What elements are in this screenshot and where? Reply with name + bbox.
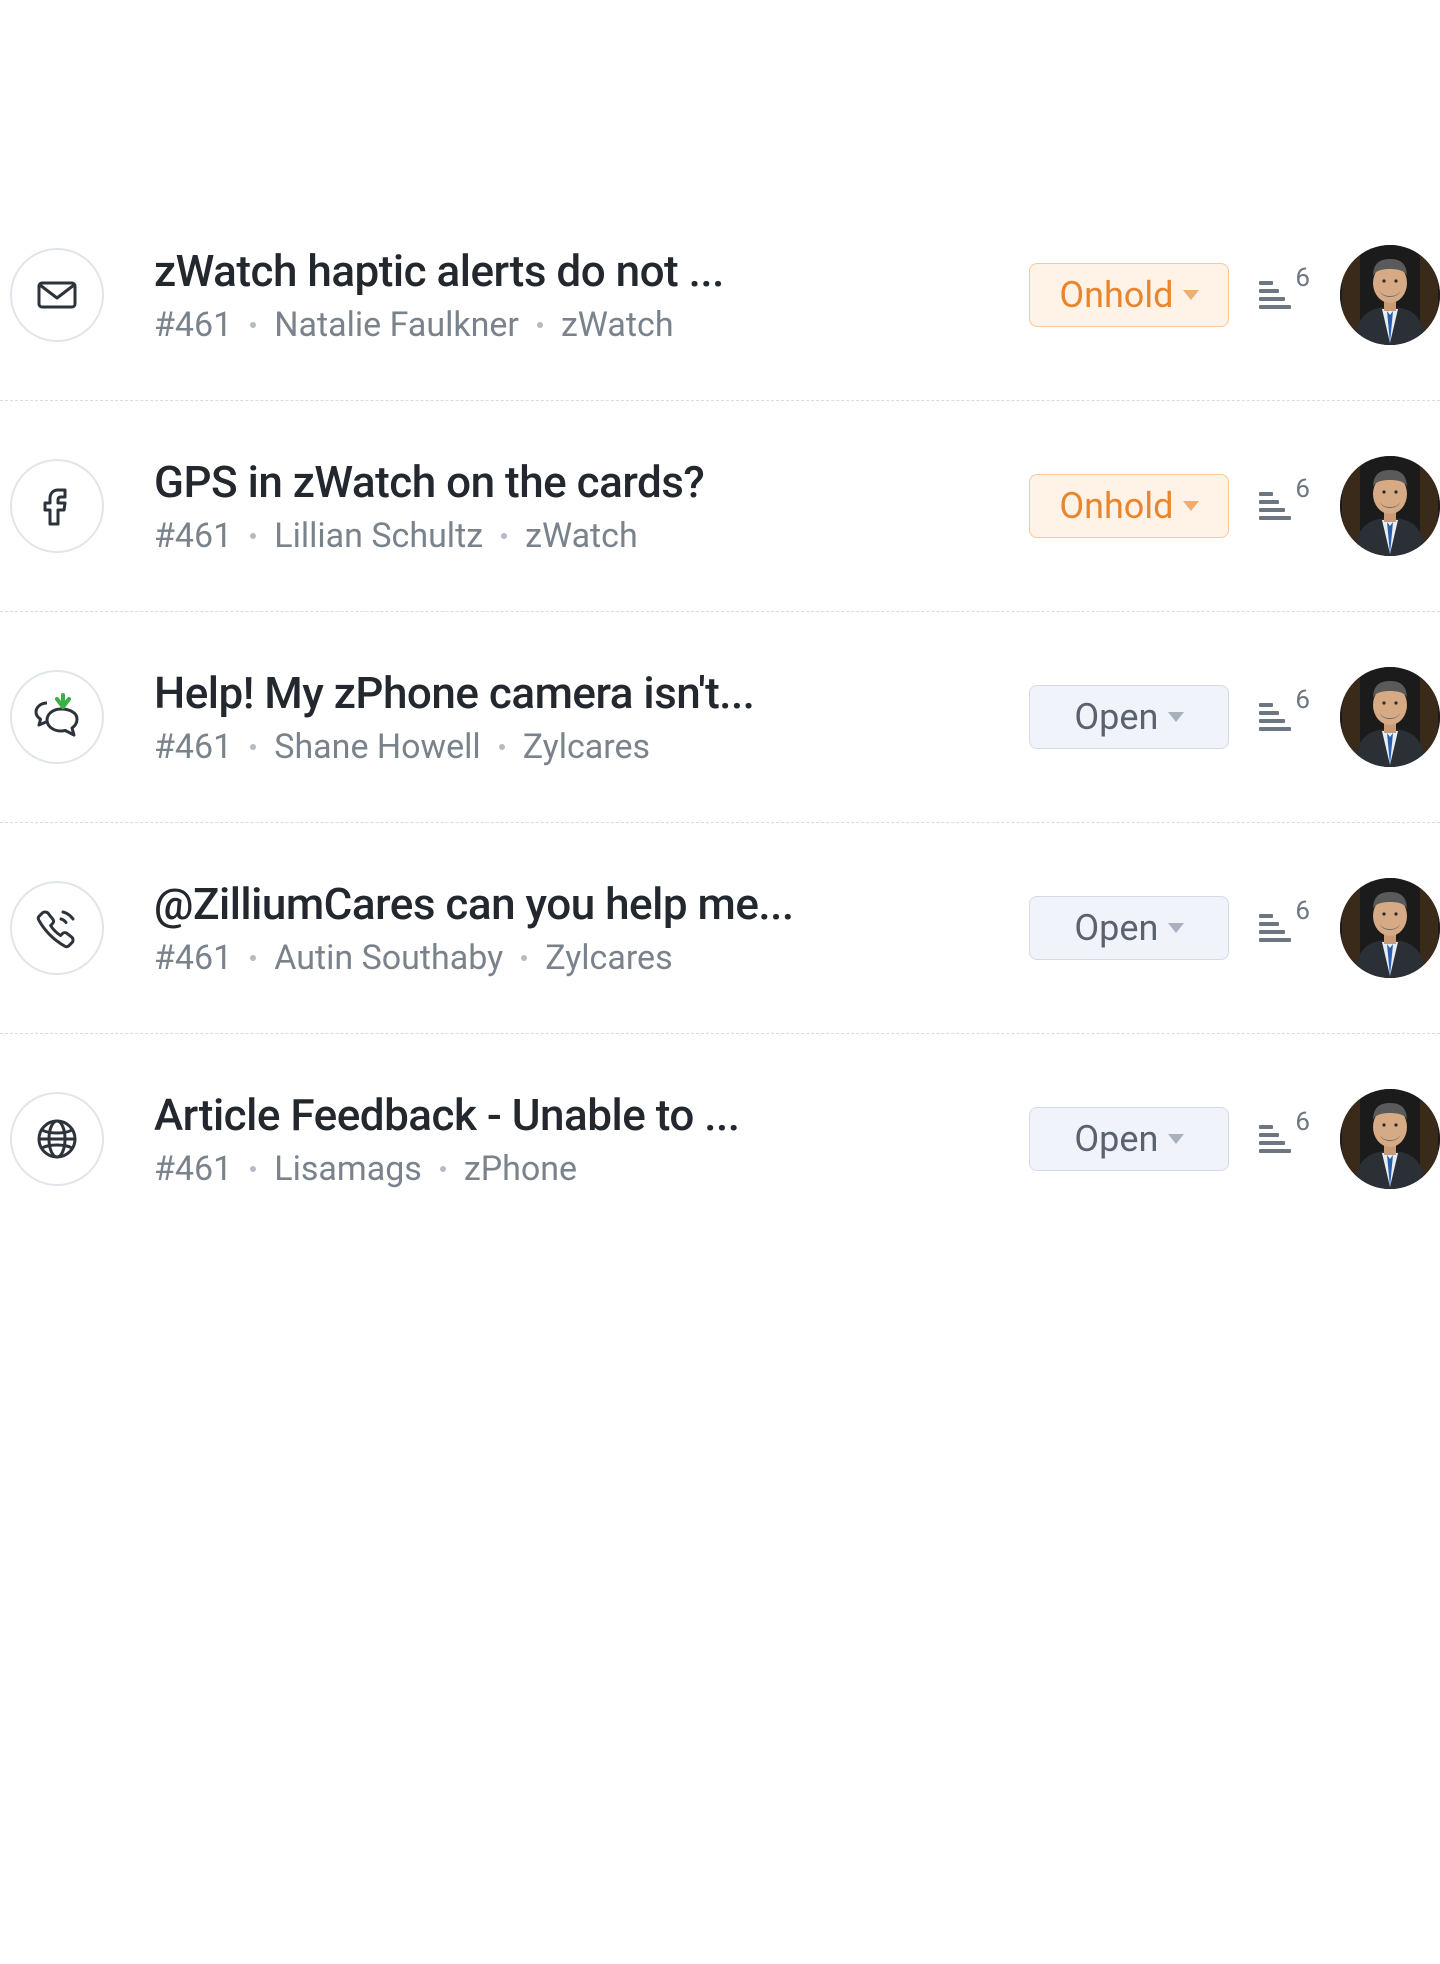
priority-bars-icon	[1259, 703, 1291, 731]
ticket-title[interactable]: zWatch haptic alerts do not ...	[154, 245, 989, 297]
ticket-row[interactable]: Article Feedback - Unable to ... #461 Li…	[0, 1034, 1440, 1244]
ticket-main: Article Feedback - Unable to ... #461 Li…	[154, 1089, 989, 1189]
meta-separator	[501, 533, 507, 539]
ticket-row[interactable]: GPS in zWatch on the cards? #461 Lillian…	[0, 401, 1440, 612]
ticket-title[interactable]: Article Feedback - Unable to ...	[154, 1089, 989, 1141]
ticket-meta: #461 Lillian Schultz zWatch	[154, 516, 989, 556]
caret-down-icon	[1183, 501, 1199, 511]
caret-down-icon	[1183, 290, 1199, 300]
priority-indicator: 6	[1259, 281, 1310, 309]
assignee-avatar[interactable]	[1340, 667, 1440, 767]
ticket-meta: #461 Natalie Faulkner zWatch	[154, 305, 989, 345]
meta-separator	[250, 955, 256, 961]
ticket-meta: #461 Lisamags zPhone	[154, 1149, 989, 1189]
ticket-id: #461	[154, 305, 232, 345]
ticket-requester: Lillian Schultz	[274, 516, 483, 556]
priority-indicator: 6	[1259, 1125, 1310, 1153]
assignee-avatar[interactable]	[1340, 878, 1440, 978]
assignee-avatar[interactable]	[1340, 1089, 1440, 1189]
priority-bars-icon	[1259, 281, 1291, 309]
web-icon	[10, 1092, 104, 1186]
ticket-requester: Natalie Faulkner	[274, 305, 519, 345]
ticket-meta: #461 Autin Southaby Zylcares	[154, 938, 989, 978]
ticket-requester: Shane Howell	[274, 727, 480, 767]
ticket-meta: #461 Shane Howell Zylcares	[154, 727, 989, 767]
status-dropdown[interactable]: Open	[1029, 896, 1229, 960]
priority-bars-icon	[1259, 1125, 1291, 1153]
status-label: Open	[1074, 907, 1158, 949]
priority-count: 6	[1295, 687, 1310, 713]
ticket-title[interactable]: GPS in zWatch on the cards?	[154, 456, 989, 508]
ticket-title[interactable]: @ZilliumCares can you help me...	[154, 878, 989, 930]
ticket-row[interactable]: Help! My zPhone camera isn't... #461 Sha…	[0, 612, 1440, 823]
caret-down-icon	[1168, 1134, 1184, 1144]
ticket-main: GPS in zWatch on the cards? #461 Lillian…	[154, 456, 989, 556]
priority-bars-icon	[1259, 492, 1291, 520]
ticket-list: zWatch haptic alerts do not ... #461 Nat…	[0, 0, 1440, 1244]
status-label: Onhold	[1059, 274, 1173, 316]
chat-icon	[10, 670, 104, 764]
meta-separator	[440, 1166, 446, 1172]
ticket-requester: Autin Southaby	[274, 938, 503, 978]
ticket-main: zWatch haptic alerts do not ... #461 Nat…	[154, 245, 989, 345]
priority-count: 6	[1295, 1109, 1310, 1135]
status-dropdown[interactable]: Onhold	[1029, 263, 1229, 327]
ticket-product: zWatch	[561, 305, 674, 345]
email-icon	[10, 248, 104, 342]
status-dropdown[interactable]: Onhold	[1029, 474, 1229, 538]
caret-down-icon	[1168, 712, 1184, 722]
meta-separator	[499, 744, 505, 750]
status-dropdown[interactable]: Open	[1029, 685, 1229, 749]
ticket-id: #461	[154, 1149, 232, 1189]
status-label: Open	[1074, 696, 1158, 738]
meta-separator	[537, 322, 543, 328]
priority-count: 6	[1295, 265, 1310, 291]
ticket-product: Zylcares	[523, 727, 650, 767]
ticket-row[interactable]: zWatch haptic alerts do not ... #461 Nat…	[0, 190, 1440, 401]
meta-separator	[521, 955, 527, 961]
status-dropdown[interactable]: Open	[1029, 1107, 1229, 1171]
priority-bars-icon	[1259, 914, 1291, 942]
ticket-product: Zylcares	[545, 938, 672, 978]
meta-separator	[250, 744, 256, 750]
priority-count: 6	[1295, 898, 1310, 924]
status-label: Open	[1074, 1118, 1158, 1160]
ticket-id: #461	[154, 727, 232, 767]
meta-separator	[250, 322, 256, 328]
phone-icon	[10, 881, 104, 975]
ticket-main: @ZilliumCares can you help me... #461 Au…	[154, 878, 989, 978]
priority-indicator: 6	[1259, 492, 1310, 520]
ticket-main: Help! My zPhone camera isn't... #461 Sha…	[154, 667, 989, 767]
priority-indicator: 6	[1259, 703, 1310, 731]
meta-separator	[250, 533, 256, 539]
caret-down-icon	[1168, 923, 1184, 933]
facebook-icon	[10, 459, 104, 553]
priority-indicator: 6	[1259, 914, 1310, 942]
ticket-product: zPhone	[464, 1149, 577, 1189]
ticket-title[interactable]: Help! My zPhone camera isn't...	[154, 667, 989, 719]
status-label: Onhold	[1059, 485, 1173, 527]
ticket-row[interactable]: @ZilliumCares can you help me... #461 Au…	[0, 823, 1440, 1034]
priority-count: 6	[1295, 476, 1310, 502]
assignee-avatar[interactable]	[1340, 245, 1440, 345]
ticket-product: zWatch	[525, 516, 638, 556]
meta-separator	[250, 1166, 256, 1172]
ticket-requester: Lisamags	[274, 1149, 422, 1189]
ticket-id: #461	[154, 938, 232, 978]
ticket-id: #461	[154, 516, 232, 556]
assignee-avatar[interactable]	[1340, 456, 1440, 556]
